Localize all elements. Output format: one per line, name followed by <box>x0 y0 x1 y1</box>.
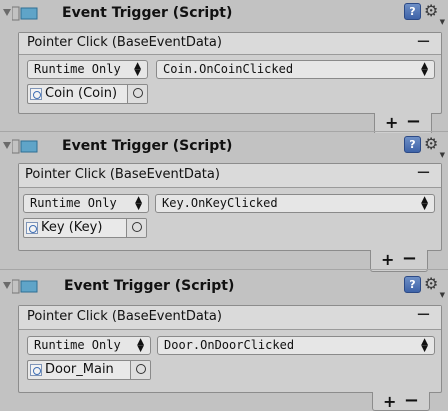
component-title: Event Trigger (Script) <box>62 5 233 21</box>
target-object-value: Coin (Coin) <box>45 86 118 101</box>
object-field-icon <box>30 88 42 100</box>
event-panel-header: Pointer Click (BaseEventData) − <box>19 31 441 55</box>
remove-button[interactable]: − <box>404 390 419 411</box>
component-title: Event Trigger (Script) <box>64 278 235 294</box>
list-footer: + − <box>372 390 430 411</box>
gear-icon[interactable]: ⚙ ▼ <box>424 134 445 159</box>
component-header[interactable]: Event Trigger (Script) ? ⚙ ▼ <box>0 133 448 161</box>
component-header[interactable]: Event Trigger (Script) ? ⚙ ▼ <box>0 273 448 301</box>
call-state-value: Runtime Only <box>34 62 121 76</box>
function-dropdown[interactable]: Coin.OnCoinClicked ▲ ▼ <box>156 60 435 79</box>
event-trigger-component-1: Event Trigger (Script) ? ⚙ ▼ Pointer Clic… <box>0 0 448 135</box>
object-picker-icon[interactable] <box>126 219 146 237</box>
target-object-value: Key (Key) <box>41 220 103 235</box>
divider <box>0 269 448 270</box>
script-icon[interactable] <box>12 139 38 154</box>
help-icon[interactable]: ? <box>404 276 421 293</box>
dropdown-arrows-icon: ▲ ▼ <box>421 337 428 354</box>
dropdown-arrows-icon: ▲ ▼ <box>421 195 428 212</box>
function-dropdown[interactable]: Key.OnKeyClicked ▲ ▼ <box>155 194 435 213</box>
script-icon[interactable] <box>12 279 38 294</box>
dropdown-arrows-icon: ▲ ▼ <box>137 337 144 354</box>
dropdown-arrows-icon: ▲ ▼ <box>135 195 142 212</box>
event-header-label: Pointer Click (BaseEventData) <box>25 167 220 182</box>
event-header-label: Pointer Click (BaseEventData) <box>27 35 222 50</box>
object-picker-icon[interactable] <box>130 361 150 379</box>
remove-button[interactable]: − <box>406 111 421 132</box>
divider <box>0 131 448 132</box>
help-icon[interactable]: ? <box>404 3 421 20</box>
target-object-field[interactable]: Door_Main <box>27 360 151 380</box>
object-picker-icon[interactable] <box>127 85 147 103</box>
target-object-field[interactable]: Key (Key) <box>23 218 147 238</box>
event-trigger-component-2: Event Trigger (Script) ? ⚙ ▼ Pointer Clic… <box>0 133 448 272</box>
event-panel-body: Runtime Only ▲ ▼ Door.OnDoorClicked ▲ ▼ Do… <box>19 330 441 390</box>
add-button[interactable]: + <box>385 113 398 132</box>
call-state-dropdown[interactable]: Runtime Only ▲ ▼ <box>23 194 149 213</box>
event-panel-header: Pointer Click (BaseEventData) − <box>19 304 441 330</box>
gear-icon[interactable]: ⚙ ▼ <box>424 1 445 26</box>
add-button[interactable]: + <box>383 392 396 411</box>
add-button[interactable]: + <box>381 250 394 269</box>
event-trigger-component-3: Event Trigger (Script) ? ⚙ ▼ Pointer Clic… <box>0 273 448 411</box>
dropdown-arrows-icon: ▲ ▼ <box>421 61 428 78</box>
event-panel: Pointer Click (BaseEventData) − Runtime … <box>18 31 442 115</box>
component-header[interactable]: Event Trigger (Script) ? ⚙ ▼ <box>0 0 448 28</box>
call-state-value: Runtime Only <box>30 196 117 210</box>
foldout-arrow-icon[interactable] <box>3 282 11 289</box>
script-icon[interactable] <box>12 6 38 21</box>
remove-button[interactable]: − <box>402 248 417 269</box>
foldout-arrow-icon[interactable] <box>3 9 11 16</box>
target-object-value: Door_Main <box>45 362 114 377</box>
object-field-icon <box>30 364 42 376</box>
event-panel-header: Pointer Click (BaseEventData) − <box>19 162 441 188</box>
call-state-dropdown[interactable]: Runtime Only ▲ ▼ <box>27 60 148 79</box>
function-value: Coin.OnCoinClicked <box>163 62 294 76</box>
event-panel-body: Runtime Only ▲ ▼ Coin.OnCoinClicked ▲ ▼ Co… <box>19 55 441 115</box>
object-field-icon <box>26 222 38 234</box>
dropdown-arrows-icon: ▲ ▼ <box>134 61 141 78</box>
event-panel: Pointer Click (BaseEventData) − Runtime … <box>18 304 442 393</box>
gear-icon[interactable]: ⚙ ▼ <box>424 274 445 299</box>
target-object-field[interactable]: Coin (Coin) <box>27 84 148 104</box>
function-dropdown[interactable]: Door.OnDoorClicked ▲ ▼ <box>157 336 435 355</box>
foldout-arrow-icon[interactable] <box>3 142 11 149</box>
function-value: Key.OnKeyClicked <box>162 196 278 210</box>
call-state-dropdown[interactable]: Runtime Only ▲ ▼ <box>27 336 151 355</box>
component-title: Event Trigger (Script) <box>62 138 233 154</box>
function-value: Door.OnDoorClicked <box>164 338 295 352</box>
call-state-value: Runtime Only <box>34 338 121 352</box>
remove-event-button[interactable]: − <box>416 304 431 325</box>
event-panel-body: Runtime Only ▲ ▼ Key.OnKeyClicked ▲ ▼ Key … <box>19 188 441 248</box>
remove-event-button[interactable]: − <box>416 31 431 52</box>
event-header-label: Pointer Click (BaseEventData) <box>27 309 222 324</box>
remove-event-button[interactable]: − <box>416 162 431 183</box>
event-panel: Pointer Click (BaseEventData) − Runtime … <box>18 162 442 251</box>
help-icon[interactable]: ? <box>404 136 421 153</box>
